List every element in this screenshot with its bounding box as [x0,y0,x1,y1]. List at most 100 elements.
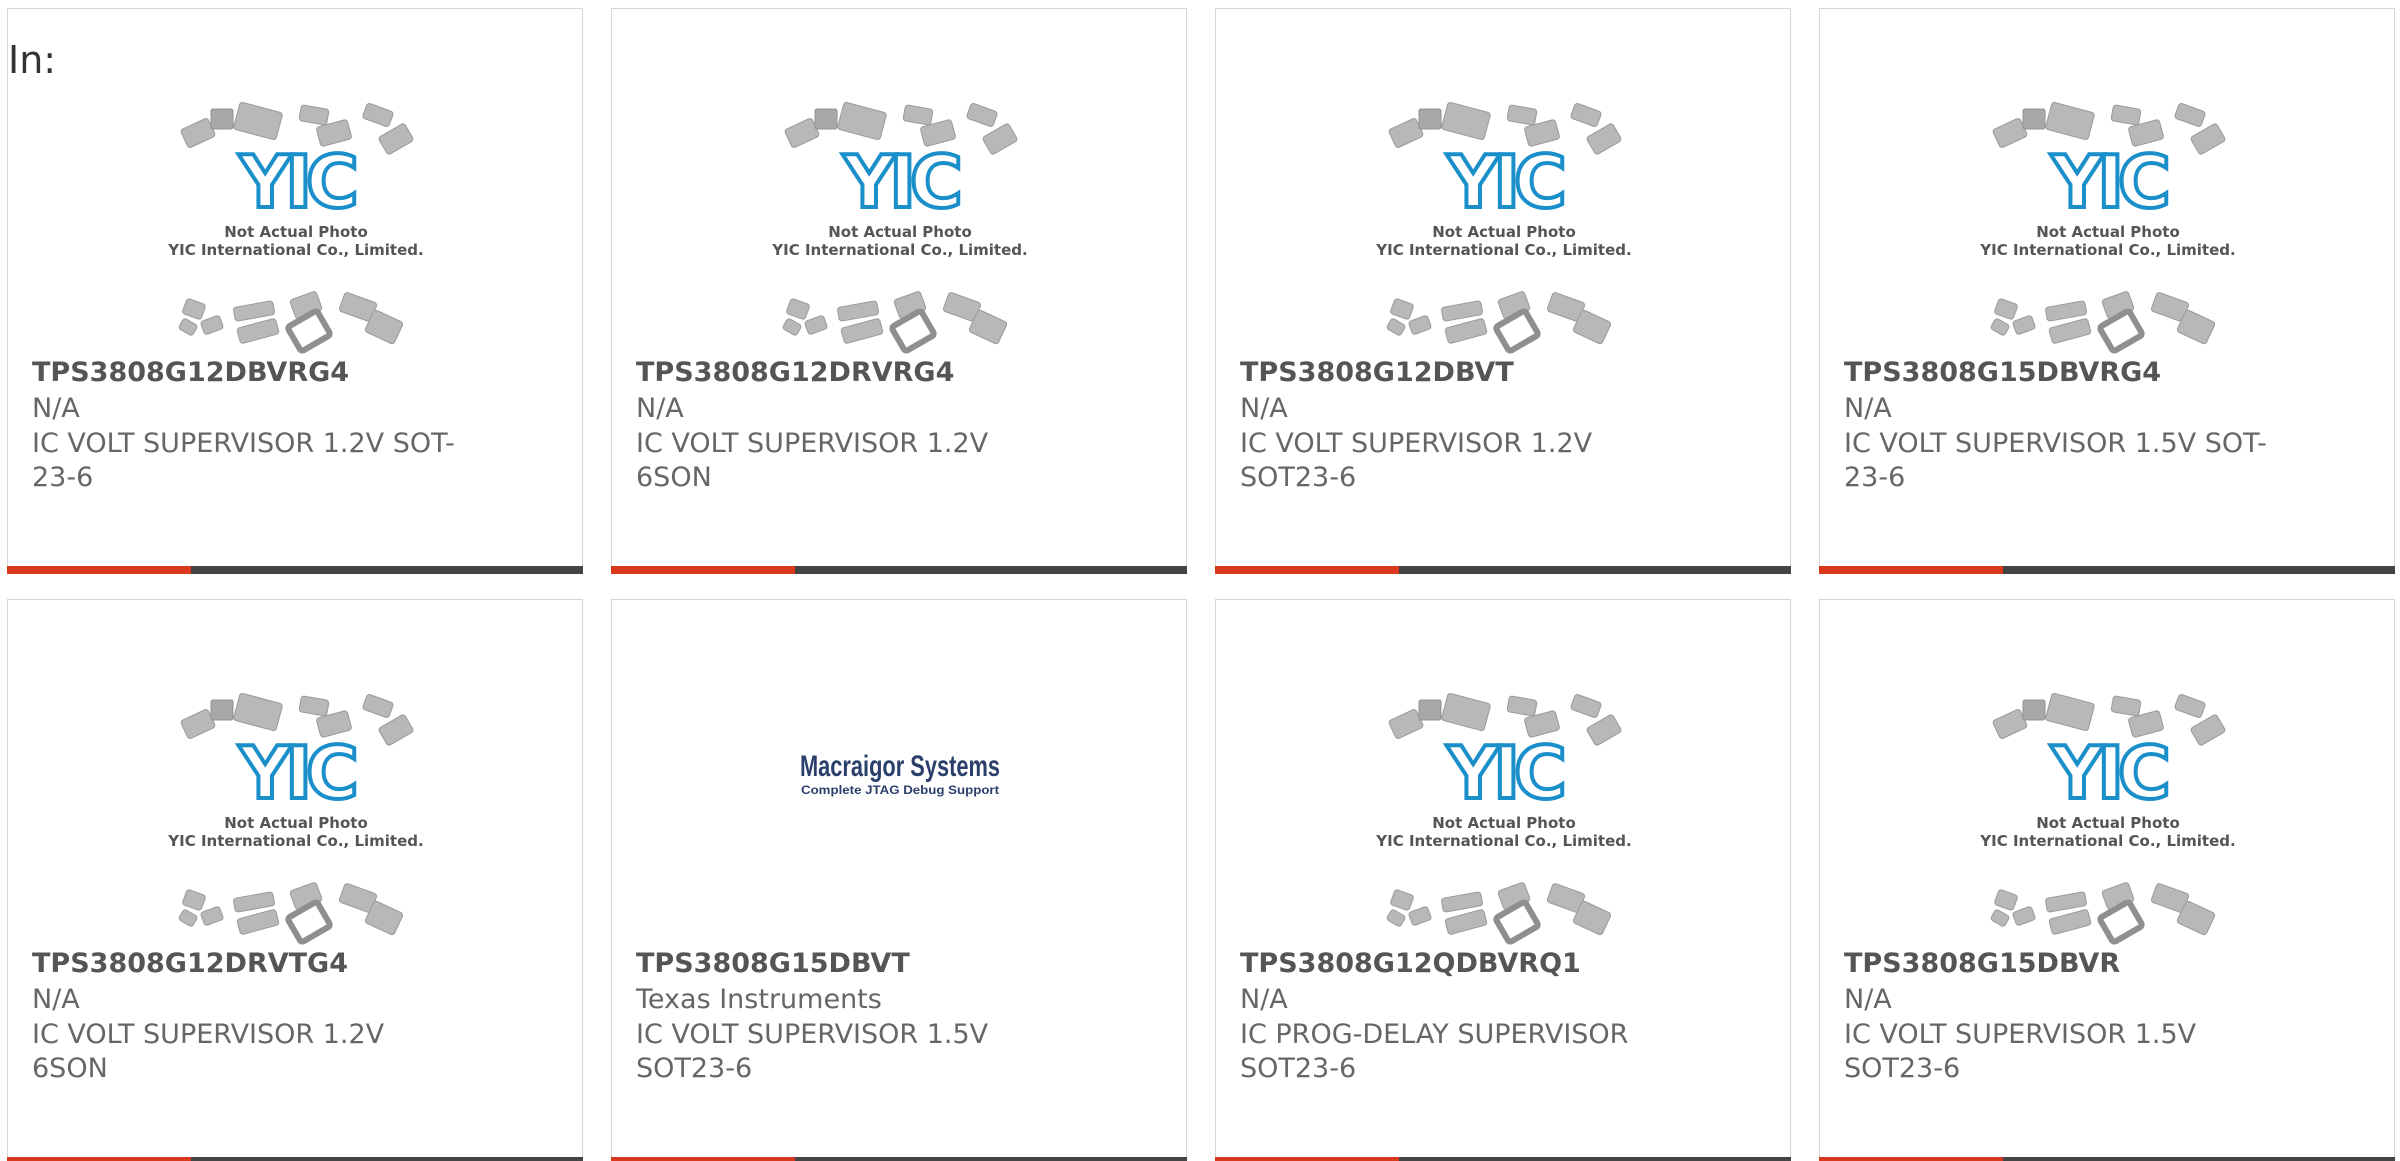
product-thumbnail[interactable]: YIC Not Actual Photo YIC International Co.… [1820,688,2396,948]
product-part-number[interactable]: TPS3808G15DBVRG4 [1844,357,2161,388]
product-thumbnail[interactable]: YIC Not Actual Photo YIC International Co.… [8,97,584,357]
chip-shape [782,318,802,336]
card-bottom-bar [611,566,1187,574]
chip-shape [2190,123,2226,155]
product-manufacturer: N/A [1844,393,1892,424]
product-part-number[interactable]: TPS3808G15DBVR [1844,948,2120,979]
chip-shape [362,103,394,127]
chip-shape [233,101,283,141]
chip-shape [2048,909,2092,935]
card-bottom-bar [7,566,583,574]
card-accent-bar [611,566,795,574]
placeholder-photo-icon: YICNot Actual PhotoYIC International Co.… [167,101,424,354]
chip-shape [1586,714,1622,746]
product-description: IC VOLT SUPERVISOR 1.5V SOT23-6 [636,1019,989,1084]
filter-label: In: [8,38,57,82]
chip-shape [1444,318,1488,344]
product-card[interactable]: YIC Not Actual Photo YIC International Co.… [611,8,1187,574]
chip-shape [236,909,280,935]
chip-shape [233,300,275,322]
chip-shape [1390,298,1414,320]
chip-shape [1990,318,2010,336]
chip-shape [2045,300,2087,322]
card-bottom-bar [1819,566,2395,574]
product-card[interactable]: YIC Not Actual Photo YIC International Co.… [1215,8,1791,574]
chip-shape [1388,709,1424,739]
placeholder-photo-icon: YICNot Actual PhotoYIC International Co.… [1375,101,1632,354]
svg-text:Not Actual Photo: Not Actual Photo [828,223,972,241]
card-accent-bar [1215,1157,1399,1161]
chip-shape [2174,103,2206,127]
chip-shape [182,889,206,911]
product-part-number[interactable]: TPS3808G15DBVT [636,948,910,979]
card-accent-bar [7,1157,191,1161]
product-thumbnail[interactable]: YIC Not Actual Photo YIC International Co.… [1820,97,2396,357]
chip-shape [1990,909,2010,927]
svg-text:YIC International Co., Limited: YIC International Co., Limited. [1375,832,1631,850]
svg-text:YIC International Co., Limited: YIC International Co., Limited. [1375,241,1631,259]
product-description: IC VOLT SUPERVISOR 1.2V 6SON [32,1019,385,1084]
chip-shape [1388,118,1424,148]
chip-shape [1386,909,1406,927]
product-part-number[interactable]: TPS3808G12QDBVRQ1 [1240,948,1581,979]
chip-shape [2045,101,2095,141]
card-bottom-bar [1215,566,1791,574]
svg-text:Not Actual Photo: Not Actual Photo [2036,223,2180,241]
product-manufacturer: N/A [32,393,80,424]
product-card[interactable]: YIC Not Actual Photo YIC International Co.… [7,599,583,1161]
svg-text:YIC International Co., Limited: YIC International Co., Limited. [1979,241,2235,259]
svg-text:YIC International Co., Limited: YIC International Co., Limited. [167,241,423,259]
chip-shape [180,118,216,148]
svg-text:Not Actual Photo: Not Actual Photo [1432,814,1576,832]
product-manufacturer: N/A [1844,984,1892,1015]
placeholder-photo-icon: YICNot Actual PhotoYIC International Co.… [1979,692,2236,945]
chip-shape [786,298,810,320]
product-part-number[interactable]: TPS3808G12DRVTG4 [32,948,348,979]
product-part-number[interactable]: TPS3808G12DBVRG4 [32,357,349,388]
card-accent-bar [611,1157,795,1161]
svg-text:YIC International Co., Limited: YIC International Co., Limited. [167,832,423,850]
card-bottom-bar [7,1157,583,1161]
product-manufacturer: N/A [1240,984,1288,1015]
card-accent-bar [1819,566,2003,574]
product-card[interactable]: YIC Not Actual Photo YIC International Co.… [7,8,583,574]
card-accent-bar [1215,566,1399,574]
yic-logo: YIC [2050,731,2167,815]
chip-shape [200,906,224,926]
chip-shape [2190,714,2226,746]
svg-text:Not Actual Photo: Not Actual Photo [2036,814,2180,832]
product-thumbnail[interactable]: YIC Not Actual Photo YIC International Co.… [1216,688,1792,948]
product-description: IC VOLT SUPERVISOR 1.2V SOT-23-6 [32,428,455,493]
chip-shape [362,694,394,718]
product-card[interactable]: YIC Not Actual Photo YIC International Co.… [1215,599,1791,1161]
chip-shape [2045,692,2095,732]
product-thumbnail[interactable]: YIC Not Actual Photo YIC International Co.… [612,97,1188,357]
product-card[interactable]: Macraigor Systems Complete JTAG Debug Sup… [611,599,1187,1161]
product-thumbnail[interactable]: YIC Not Actual Photo YIC International Co.… [1216,97,1792,357]
card-bottom-bar [1819,1157,2395,1161]
product-thumbnail[interactable]: YIC Not Actual Photo YIC International Co.… [8,688,584,948]
svg-text:Not Actual Photo: Not Actual Photo [224,223,368,241]
chip-shape [1586,123,1622,155]
yic-logo: YIC [2050,140,2167,224]
svg-text:Macraigor Systems: Macraigor Systems [800,750,1000,783]
product-card[interactable]: YIC Not Actual Photo YIC International Co.… [1819,8,2395,574]
chip-shape [1506,695,1538,717]
product-manufacturer: N/A [636,393,684,424]
product-card[interactable]: YIC Not Actual Photo YIC International Co.… [1819,599,2395,1161]
chip-shape [2110,104,2142,126]
placeholder-photo-icon: YICNot Actual PhotoYIC International Co.… [167,692,424,945]
chip-shape [236,318,280,344]
chip-shape [1408,906,1432,926]
chip-shape [1444,909,1488,935]
placeholder-photo-icon: YICNot Actual PhotoYIC International Co.… [1375,692,1632,945]
product-thumbnail[interactable]: Macraigor Systems Complete JTAG Debug Sup… [612,688,1188,948]
product-part-number[interactable]: TPS3808G12DRVRG4 [636,357,954,388]
chip-shape [1994,889,2018,911]
product-part-number[interactable]: TPS3808G12DBVT [1240,357,1514,388]
chip-shape [1441,692,1491,732]
chip-shape [1506,104,1538,126]
yic-logo: YIC [238,731,355,815]
macraigor-logo: Macraigor SystemsComplete JTAG Debug Sup… [800,750,1000,797]
product-description: IC VOLT SUPERVISOR 1.2V SOT23-6 [1240,428,1593,493]
